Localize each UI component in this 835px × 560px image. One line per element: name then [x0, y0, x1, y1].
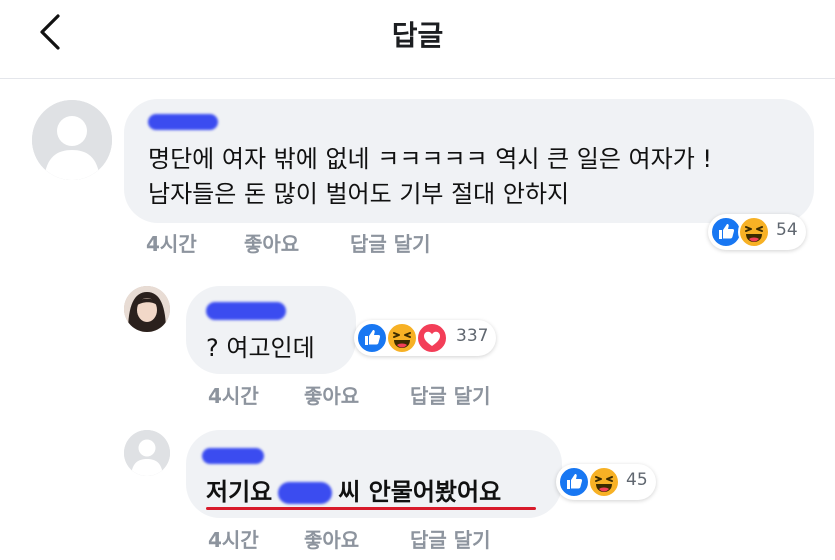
- reaction-count: 45: [626, 470, 648, 490]
- profile-photo: [124, 286, 170, 332]
- reply-button[interactable]: 답글 달기: [350, 228, 431, 257]
- top-bar: 답글: [0, 0, 835, 72]
- red-underline: [206, 507, 536, 510]
- timestamp: 4시간: [208, 528, 259, 552]
- avatar[interactable]: [124, 286, 170, 332]
- reaction-summary[interactable]: 45: [556, 464, 656, 500]
- timestamp: 4시간: [146, 232, 197, 256]
- haha-icon: [738, 216, 770, 248]
- reaction-summary[interactable]: 54: [708, 214, 806, 250]
- reply-text: ? 여고인데: [206, 334, 315, 362]
- redacted-author-name: [206, 302, 286, 320]
- like-button[interactable]: 좋아요: [304, 524, 359, 553]
- avatar[interactable]: [32, 100, 112, 180]
- reaction-summary[interactable]: 337: [354, 320, 496, 356]
- like-button[interactable]: 좋아요: [304, 380, 359, 409]
- reply-button[interactable]: 답글 달기: [410, 380, 491, 409]
- page-title: 답글: [391, 19, 444, 52]
- like-icon: [356, 322, 388, 354]
- default-avatar-icon: [32, 100, 112, 180]
- like-button[interactable]: 좋아요: [244, 228, 299, 257]
- haha-icon: [588, 466, 620, 498]
- default-avatar-icon: [124, 430, 170, 476]
- comment-text-line: 남자들은 돈 많이 벌어도 기부 절대 안하지: [148, 180, 570, 208]
- timestamp: 4시간: [208, 384, 259, 408]
- reply-text-start: 저기요: [206, 478, 273, 506]
- comment-text-line: 명단에 여자 밖에 없네 ㅋㅋㅋㅋㅋ 역시 큰 일은 여자가 !: [148, 145, 713, 173]
- avatar[interactable]: [124, 430, 170, 476]
- like-icon: [558, 466, 590, 498]
- love-icon: [416, 322, 448, 354]
- reply-text-end: 씨 안물어봤어요: [338, 478, 502, 506]
- header-divider: [0, 78, 835, 79]
- comment-bubble: 명단에 여자 밖에 없네 ㅋㅋㅋㅋㅋ 역시 큰 일은 여자가 ! 남자들은 돈 …: [124, 99, 814, 223]
- reply-bubble: 저기요 씨 안물어봤어요: [186, 430, 562, 518]
- redacted-author-name: [148, 114, 218, 130]
- reply-button[interactable]: 답글 달기: [410, 524, 491, 553]
- redacted-mention: [278, 482, 333, 504]
- reply-bubble: ? 여고인데: [186, 286, 356, 374]
- redacted-author-name: [202, 448, 264, 464]
- reply-text: 저기요 씨 안물어봤어요: [206, 474, 501, 510]
- reaction-count: 54: [776, 220, 798, 240]
- reaction-count: 337: [456, 326, 489, 346]
- haha-icon: [386, 322, 418, 354]
